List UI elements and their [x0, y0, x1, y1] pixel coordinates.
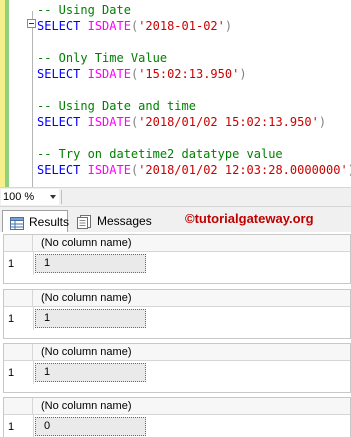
- comment-text: -- Only Time Value: [37, 51, 168, 65]
- code-line-2: SELECT ISDATE('2018-01-02'): [37, 18, 232, 34]
- string-literal: '2018/01/02 12:03:28.0000000': [138, 163, 348, 177]
- divider: [61, 190, 62, 204]
- column-header[interactable]: (No column name): [41, 290, 131, 306]
- result-cell[interactable]: 1: [35, 363, 146, 382]
- grid-header: (No column name): [4, 290, 350, 307]
- watermark: ©tutorialgateway.org: [185, 211, 314, 226]
- keyword-select: SELECT: [37, 163, 81, 177]
- comment-text: -- Try on datetime2 datatype value: [37, 147, 283, 161]
- row-divider: [33, 415, 34, 437]
- grid-header: (No column name): [4, 398, 350, 415]
- column-header[interactable]: (No column name): [41, 344, 131, 360]
- result-grid-4[interactable]: (No column name) 1 0: [3, 397, 351, 437]
- code-line-11: SELECT ISDATE('2018/01/02 12:03:28.00000…: [37, 162, 351, 178]
- zoom-value: 100 %: [3, 191, 35, 203]
- query-editor[interactable]: -- Using Date SELECT ISDATE('2018-01-02'…: [0, 0, 351, 187]
- tab-results[interactable]: Results: [2, 210, 70, 232]
- grid-header: (No column name): [4, 235, 350, 252]
- results-tab-strip: Results Messages ©tutorialgateway.org: [0, 207, 351, 232]
- string-literal: '15:02:13.950': [138, 67, 240, 81]
- code-line-1: -- Using Date: [37, 2, 131, 18]
- row-number[interactable]: 1: [8, 418, 14, 436]
- result-cell[interactable]: 1: [35, 254, 146, 273]
- code-line-8: SELECT ISDATE('2018/01/02 15:02:13.950'): [37, 114, 326, 130]
- row-divider: [33, 361, 34, 384]
- grid-corner[interactable]: [4, 398, 33, 415]
- grid-corner[interactable]: [4, 235, 33, 252]
- close-paren: ): [224, 19, 233, 33]
- string-literal: '2018/01/02 15:02:13.950': [138, 115, 319, 129]
- row-divider: [33, 252, 34, 275]
- keyword-select: SELECT: [37, 115, 81, 129]
- chevron-down-icon[interactable]: [50, 195, 56, 199]
- tab-messages[interactable]: Messages: [70, 210, 152, 232]
- outline-line: [32, 11, 34, 187]
- keyword-select: SELECT: [37, 19, 81, 33]
- close-paren: ): [239, 67, 247, 81]
- function-isdate: ISDATE: [87, 115, 131, 129]
- function-isdate: ISDATE: [87, 67, 131, 81]
- function-isdate: ISDATE: [87, 19, 131, 33]
- grid-header: (No column name): [4, 344, 350, 361]
- tab-messages-label: Messages: [97, 214, 152, 228]
- result-cell[interactable]: 1: [35, 309, 146, 328]
- code-line-4: -- Only Time Value: [37, 50, 167, 66]
- keyword-select: SELECT: [37, 67, 81, 81]
- row-number[interactable]: 1: [8, 364, 14, 382]
- code-line-5: SELECT ISDATE('15:02:13.950'): [37, 66, 247, 82]
- code-line-10: -- Try on datetime2 datatype value: [37, 146, 283, 162]
- string-literal: '2018-01-02': [138, 19, 225, 33]
- column-header[interactable]: (No column name): [41, 235, 131, 251]
- collapse-icon[interactable]: [27, 19, 36, 28]
- result-grid-3[interactable]: (No column name) 1 1: [3, 343, 351, 393]
- results-pane: (No column name) 1 1 (No column name) 1 …: [0, 232, 351, 437]
- comment-text: -- Using Date: [37, 3, 131, 17]
- row-number[interactable]: 1: [8, 255, 14, 273]
- row-divider: [33, 307, 34, 330]
- close-paren: ): [318, 115, 327, 129]
- zoom-bar: 100 %: [0, 187, 351, 207]
- tab-results-label: Results: [29, 215, 70, 229]
- comment-text: -- Using Date and time: [37, 99, 196, 113]
- column-header[interactable]: (No column name): [41, 398, 131, 414]
- grid-corner[interactable]: [4, 290, 33, 307]
- code-line-7: -- Using Date and time: [37, 98, 196, 114]
- result-grid-1[interactable]: (No column name) 1 1: [3, 234, 351, 284]
- result-grid-2[interactable]: (No column name) 1 1: [3, 289, 351, 339]
- change-indicator-green: [5, 0, 9, 187]
- result-cell[interactable]: 0: [35, 417, 146, 436]
- row-number[interactable]: 1: [8, 310, 14, 328]
- grid-corner[interactable]: [4, 344, 33, 361]
- function-isdate: ISDATE: [87, 163, 131, 177]
- zoom-dropdown[interactable]: 100 %: [1, 189, 59, 205]
